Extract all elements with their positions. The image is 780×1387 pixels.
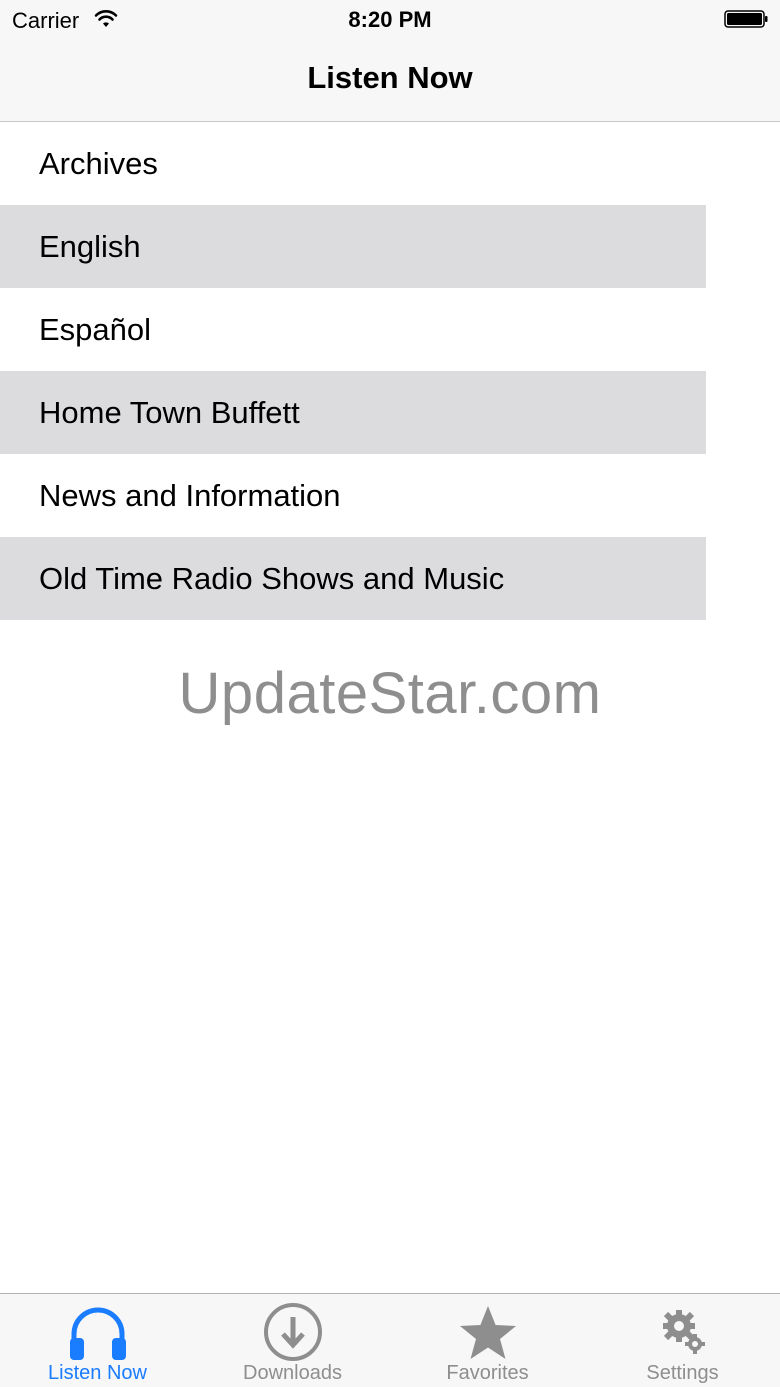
download-icon <box>263 1303 322 1361</box>
gear-icon <box>662 1310 705 1354</box>
list-item-english[interactable]: English <box>0 205 706 288</box>
list-item-news-and-information[interactable]: News and Information <box>0 454 706 537</box>
list-item-old-time-radio[interactable]: Old Time Radio Shows and Music <box>0 537 706 620</box>
category-list: Archives English Español Home Town Buffe… <box>0 122 780 620</box>
list-item-archives[interactable]: Archives <box>0 122 706 205</box>
headphones-icon <box>69 1307 126 1360</box>
tab-label: Favorites <box>446 1362 529 1384</box>
page-title: Listen Now <box>307 60 473 95</box>
status-bar: Carrier 8:20 PM <box>0 0 780 40</box>
battery-icon <box>724 10 768 28</box>
tab-settings[interactable]: Settings <box>585 1294 780 1387</box>
navigation-bar: Listen Now <box>0 40 780 122</box>
tab-label: Downloads <box>243 1362 342 1384</box>
tab-downloads[interactable]: Downloads <box>195 1294 390 1387</box>
list-item-espanol[interactable]: Español <box>0 288 706 371</box>
tab-bar: Listen Now Downloads Favorites Settings <box>0 1293 780 1387</box>
status-time: 8:20 PM <box>348 7 432 32</box>
tab-listen-now[interactable]: Listen Now <box>0 1294 195 1387</box>
tab-label: Settings <box>646 1362 719 1384</box>
tab-label: Listen Now <box>48 1362 147 1384</box>
watermark: UpdateStar.com <box>178 661 602 726</box>
star-icon <box>459 1306 516 1359</box>
list-item-home-town-buffett[interactable]: Home Town Buffett <box>0 371 706 454</box>
tab-favorites[interactable]: Favorites <box>390 1294 585 1387</box>
